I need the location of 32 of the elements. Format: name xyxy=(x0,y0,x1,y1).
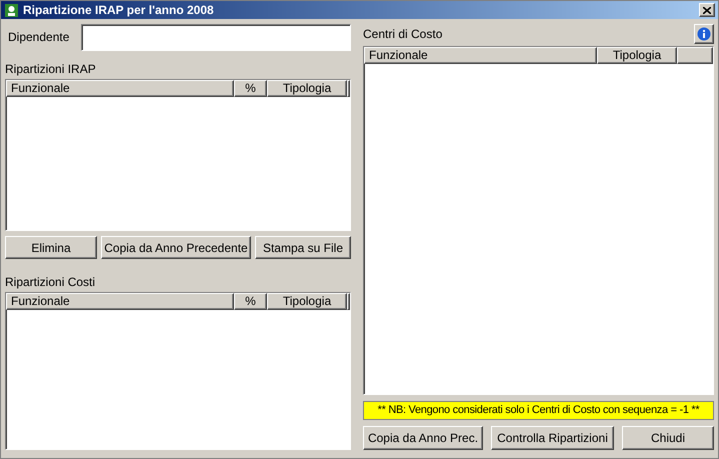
column-header[interactable]: Funzionale xyxy=(6,80,234,97)
column-header[interactable]: Tipologia xyxy=(267,80,347,97)
push-button[interactable]: Copia da Anno Precedente xyxy=(101,236,251,259)
window-title: Ripartizione IRAP per l'anno 2008 xyxy=(23,2,215,19)
list-view[interactable]: Funzionale Tipologia xyxy=(363,46,714,395)
column-header[interactable]: % xyxy=(234,293,267,310)
list-view[interactable]: Funzionale % Tipologia xyxy=(5,79,351,231)
close-button[interactable] xyxy=(699,3,715,17)
note-banner: ** NB: Vengono considerati solo i Centri di Costo con sequenza = -1 ** xyxy=(363,401,714,420)
employee-field[interactable] xyxy=(81,24,351,50)
push-button[interactable]: Stampa su File xyxy=(255,236,351,259)
close-icon xyxy=(703,6,711,14)
column-header[interactable]: Tipologia xyxy=(267,293,347,310)
info-button[interactable] xyxy=(694,24,714,44)
column-header[interactable]: Funzionale xyxy=(6,293,234,310)
app-icon xyxy=(4,2,19,18)
section-label: Ripartizioni Costi xyxy=(5,275,96,289)
column-header[interactable]: Funzionale xyxy=(364,47,597,64)
field-label: Dipendente xyxy=(7,29,70,46)
column-header xyxy=(677,47,713,64)
info-icon xyxy=(697,27,711,41)
push-button[interactable]: Chiudi xyxy=(622,426,714,450)
column-header[interactable]: Tipologia xyxy=(597,47,677,64)
push-button[interactable]: Copia da Anno Prec. xyxy=(363,426,483,450)
section-label: Centri di Costo xyxy=(363,26,442,43)
list-view[interactable]: Funzionale % Tipologia xyxy=(5,292,351,450)
push-button[interactable]: Controlla Ripartizioni xyxy=(491,426,614,450)
section-label: Ripartizioni IRAP xyxy=(5,62,97,76)
push-button[interactable]: Elimina xyxy=(5,236,97,259)
column-header xyxy=(347,80,350,97)
column-header xyxy=(347,293,350,310)
column-header[interactable]: % xyxy=(234,80,267,97)
